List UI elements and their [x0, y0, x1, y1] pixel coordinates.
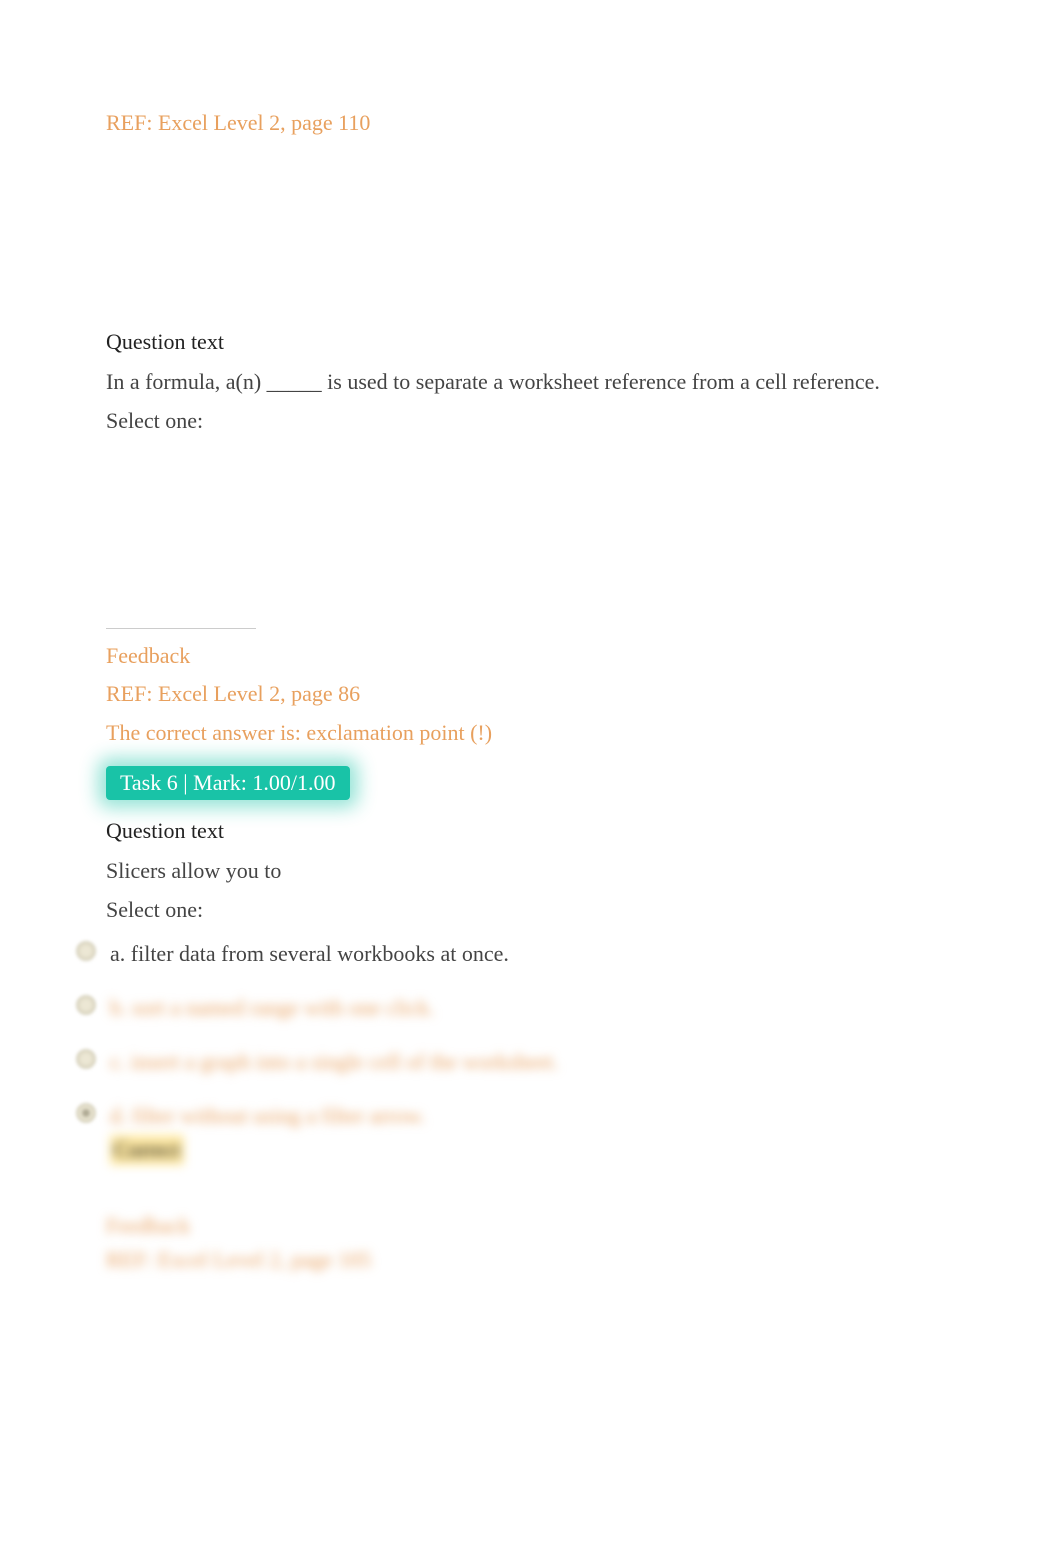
feedback-heading-q1: Feedback — [106, 643, 886, 669]
option-c-row[interactable]: c. insert a graph into a single cell of … — [76, 1049, 886, 1075]
radio-icon[interactable] — [76, 995, 96, 1015]
question-heading-q2: Question text — [106, 818, 886, 844]
question-heading-q1: Question text — [106, 329, 886, 355]
reference-text-q1-prev: REF: Excel Level 2, page 110 — [106, 106, 886, 139]
question-body-q1: In a formula, a(n) _____ is used to sepa… — [106, 365, 886, 398]
section-divider — [106, 628, 256, 629]
select-one-q1: Select one: — [106, 408, 886, 434]
option-a-text: a. filter data from several workbooks at… — [110, 941, 509, 966]
option-b-text: b. sort a named range with one click. — [110, 995, 434, 1020]
option-d-text: d. filter without using a filter arrow. — [110, 1103, 425, 1128]
question-body-q2: Slicers allow you to — [106, 854, 886, 887]
select-one-q2: Select one: — [106, 897, 886, 923]
task-mark-badge: Task 6 | Mark: 1.00/1.00 — [106, 766, 350, 800]
reference-text-fb1: REF: Excel Level 2, page 86 — [106, 677, 886, 710]
radio-icon[interactable] — [76, 941, 96, 961]
option-d-row[interactable]: d. filter without using a filter arrow. … — [76, 1103, 886, 1165]
correct-answer-q1: The correct answer is: exclamation point… — [106, 720, 886, 746]
option-c-text: c. insert a graph into a single cell of … — [110, 1049, 558, 1074]
reference-text-fb2: REF: Excel Level 2, page 105 — [106, 1247, 886, 1273]
radio-icon-selected[interactable] — [76, 1103, 96, 1123]
radio-icon[interactable] — [76, 1049, 96, 1069]
option-a-row[interactable]: a. filter data from several workbooks at… — [76, 941, 886, 967]
correct-label: Correct — [110, 1135, 184, 1165]
option-b-row[interactable]: b. sort a named range with one click. — [76, 995, 886, 1021]
feedback-heading-q2: Feedback — [106, 1213, 886, 1239]
